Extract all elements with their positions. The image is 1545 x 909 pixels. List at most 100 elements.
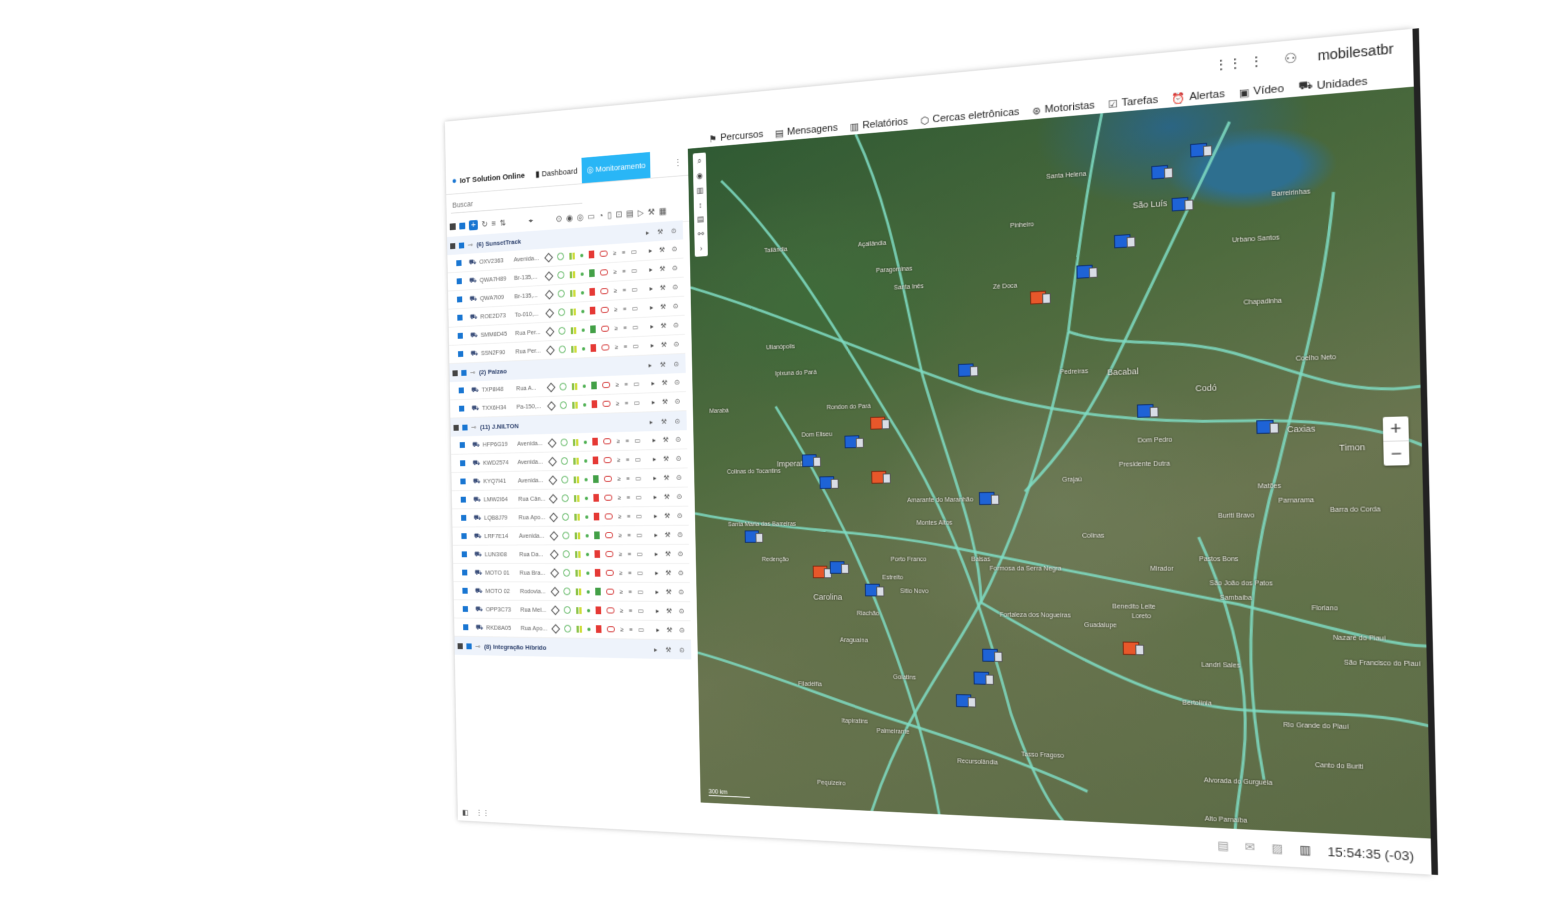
expand-icon[interactable]: › — [700, 244, 703, 253]
wrench-icon[interactable]: ⚒ — [659, 265, 665, 273]
info-icon[interactable]: ⊙ — [676, 455, 681, 463]
vehicle-marker[interactable] — [829, 561, 849, 574]
select-all-checkbox[interactable] — [459, 222, 466, 230]
row-checkbox[interactable] — [459, 442, 465, 448]
vehicle-marker[interactable] — [973, 671, 994, 685]
row-checkbox[interactable] — [458, 387, 464, 394]
table-row[interactable]: ⛟ LRF7E14 Avenida... ≥ ≡ ▭ ▸ ⚒ ⊙ — [452, 525, 690, 546]
camera-icon[interactable]: ▭ — [636, 512, 642, 520]
camera-icon[interactable]: ▭ — [636, 531, 642, 539]
camera-icon[interactable]: ▭ — [637, 588, 643, 596]
play-icon[interactable]: ▷ — [637, 208, 643, 218]
monitor-icon[interactable]: ▭ — [587, 212, 595, 222]
row-checkbox[interactable] — [457, 351, 464, 358]
collapse-icon[interactable] — [452, 369, 458, 376]
sort-icon[interactable]: ⇅ — [500, 218, 506, 228]
wrench-icon[interactable]: ⚒ — [664, 493, 670, 501]
wrench-icon[interactable]: ⚒ — [665, 550, 671, 558]
mail-icon[interactable]: ✉ — [1245, 840, 1255, 854]
play-icon[interactable]: ▸ — [651, 379, 654, 387]
info-icon[interactable]: ⊙ — [672, 264, 677, 272]
info-icon[interactable]: ⊙ — [671, 226, 677, 234]
row-checkbox[interactable] — [463, 624, 469, 631]
row-checkbox[interactable] — [456, 260, 462, 267]
row-checkbox[interactable] — [460, 496, 466, 503]
play-icon[interactable]: ▸ — [654, 645, 657, 653]
tab-monitoramento[interactable]: ◎ Monitoramento — [581, 151, 651, 184]
layers-icon[interactable]: ▤ — [697, 214, 704, 224]
tab-dashboard[interactable]: ▮ Dashboard — [531, 158, 583, 188]
vehicle-marker[interactable] — [819, 476, 839, 489]
document-icon[interactable]: ▤ — [626, 209, 634, 219]
wrench-icon[interactable]: ⚒ — [660, 360, 666, 368]
vehicle-marker[interactable] — [1113, 234, 1136, 249]
table-row[interactable]: ⛟ MOTO 02 Rodovia... ≥ ≡ ▭ ▸ ⚒ ⊙ — [453, 582, 691, 603]
camera-icon[interactable]: ▭ — [631, 248, 637, 256]
image-icon[interactable]: ▨ — [1271, 841, 1283, 855]
camera-icon[interactable]: ▭ — [638, 626, 644, 634]
info-icon[interactable]: ⊙ — [678, 588, 683, 596]
wrench-icon[interactable]: ⚒ — [663, 436, 669, 444]
play-icon[interactable]: ▸ — [651, 341, 654, 349]
vehicle-marker[interactable] — [864, 583, 885, 597]
satellite-icon[interactable]: ◎ — [577, 212, 584, 222]
info-icon[interactable]: ⊙ — [675, 417, 681, 425]
wrench-icon[interactable]: ⚒ — [665, 569, 671, 577]
row-checkbox[interactable] — [457, 314, 463, 321]
wrench-icon[interactable]: ⚒ — [665, 531, 671, 539]
vehicle-marker[interactable] — [1030, 290, 1051, 305]
eye-icon[interactable]: ◉ — [696, 171, 703, 181]
target-icon[interactable]: ⊙ — [556, 214, 563, 224]
search-icon[interactable]: ⌕ — [697, 156, 701, 166]
wrench-icon[interactable]: ⚒ — [657, 227, 663, 235]
row-checkbox[interactable] — [456, 278, 462, 285]
row-checkbox[interactable] — [462, 587, 468, 594]
more-vert-icon[interactable]: ⋮ — [674, 157, 688, 168]
speed-icon[interactable]: ◔ — [599, 211, 604, 221]
group-checkbox[interactable] — [458, 242, 465, 249]
wrench-icon[interactable]: ⚒ — [648, 207, 655, 217]
row-checkbox[interactable] — [462, 569, 468, 576]
signal-icon[interactable]: ◉ — [566, 213, 573, 223]
nav-video[interactable]: ▣ Vídeo — [1239, 83, 1284, 99]
zoom-in-button[interactable]: + — [1383, 416, 1409, 440]
wrench-icon[interactable]: ⚒ — [662, 379, 668, 387]
nav-alertas[interactable]: ⏰ Alertas — [1172, 88, 1225, 105]
group-header[interactable]: ⊸ (8) Integração Híbrido ▸ ⚒ ⊙ — [454, 636, 692, 660]
wrench-icon[interactable]: ⚒ — [661, 417, 667, 425]
vehicle-marker[interactable] — [1171, 196, 1194, 212]
play-icon[interactable]: ▸ — [646, 228, 649, 236]
nav-tarefas[interactable]: ☑ Tarefas — [1108, 94, 1158, 110]
play-icon[interactable]: ▸ — [649, 361, 652, 369]
group-checkbox[interactable] — [461, 369, 467, 376]
info-icon[interactable]: ⊙ — [679, 646, 685, 654]
zoom-out-button[interactable]: − — [1383, 440, 1410, 466]
vehicle-marker[interactable] — [844, 435, 864, 449]
route-icon[interactable]: ⚯ — [698, 229, 704, 239]
play-icon[interactable]: ▸ — [656, 607, 659, 615]
play-icon[interactable]: ▸ — [650, 303, 653, 311]
play-icon[interactable]: ▸ — [649, 247, 652, 255]
wrench-icon[interactable]: ⚒ — [663, 474, 669, 482]
info-icon[interactable]: ⊙ — [672, 245, 677, 253]
vehicle-marker[interactable] — [1122, 641, 1145, 656]
vehicle-marker[interactable] — [871, 470, 891, 484]
camera-icon[interactable]: ▭ — [635, 456, 641, 464]
list-icon[interactable]: ≡ — [491, 219, 496, 228]
play-icon[interactable]: ▸ — [650, 418, 653, 426]
row-checkbox[interactable] — [460, 460, 466, 467]
user-icon[interactable]: ⚇ — [1282, 50, 1299, 67]
row-checkbox[interactable] — [461, 533, 467, 540]
play-icon[interactable]: ▸ — [655, 550, 658, 558]
info-icon[interactable]: ⊙ — [679, 626, 684, 634]
info-icon[interactable]: ⊙ — [676, 493, 681, 501]
group-checkbox[interactable] — [462, 424, 468, 431]
info-icon[interactable]: ⊙ — [674, 378, 679, 386]
camera-icon[interactable]: ▭ — [631, 267, 637, 275]
vehicle-marker[interactable] — [1256, 419, 1279, 434]
vehicle-marker[interactable] — [1076, 264, 1098, 279]
collapse-all-icon[interactable] — [449, 223, 456, 231]
collapse-icon[interactable] — [450, 242, 456, 249]
sensor-icon[interactable]: ⊡ — [615, 210, 622, 220]
info-icon[interactable]: ⊙ — [679, 607, 684, 615]
